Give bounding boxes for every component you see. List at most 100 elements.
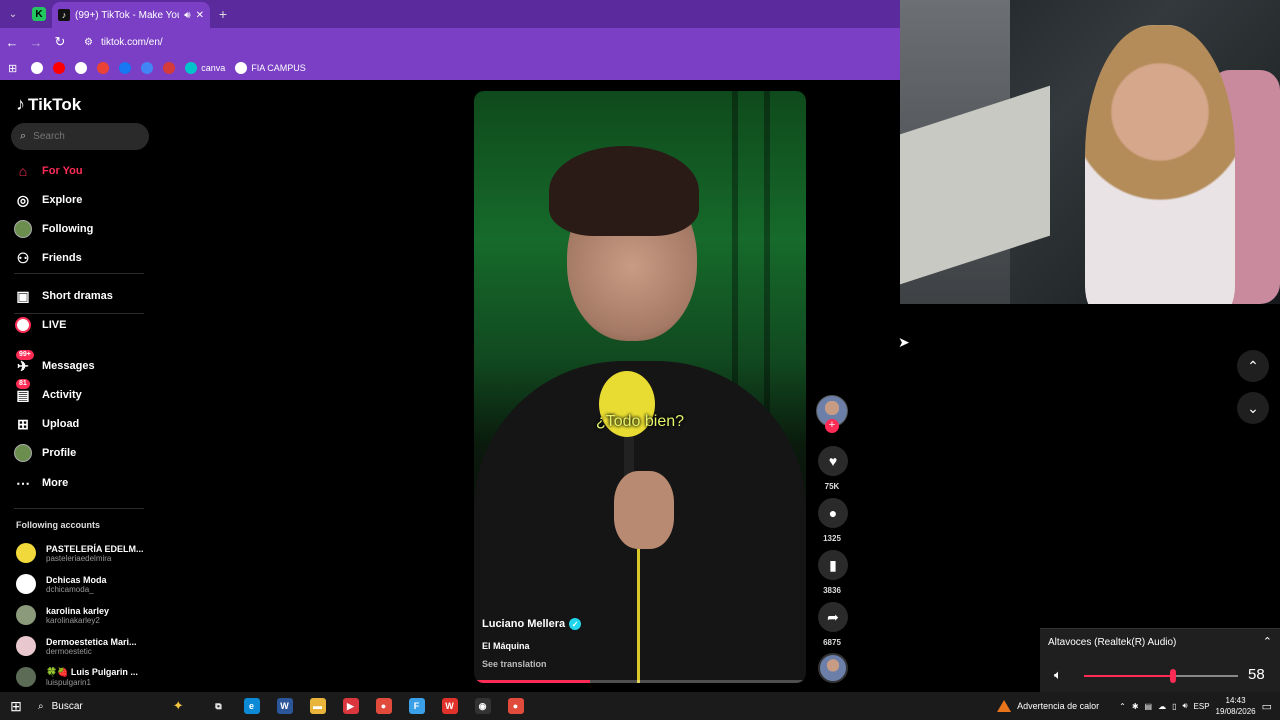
bookmark-item[interactable]: canva [185, 62, 225, 74]
close-tab-icon[interactable]: ✕ [196, 10, 204, 21]
taskbar-app[interactable]: ● [367, 692, 400, 720]
follow-button[interactable]: + [825, 419, 839, 433]
taskbar-app[interactable]: F [400, 692, 433, 720]
notification-icon[interactable]: ▭ [1262, 700, 1272, 713]
wps-icon: W [441, 698, 458, 714]
bookmark-item[interactable] [119, 62, 132, 74]
audio-device-name[interactable]: Altavoces (Realtek(R) Audio) [1048, 637, 1176, 648]
following-account[interactable]: 🍀🍓 Luis Pulgarin ... luispulgarin1 [16, 667, 138, 687]
bookmark-item[interactable] [53, 62, 66, 74]
comment-button[interactable]: ● [818, 498, 848, 528]
bookmark-item[interactable] [75, 62, 88, 74]
share-button[interactable]: ➦ [818, 602, 848, 632]
bookmark-item[interactable] [163, 62, 176, 74]
account-username: pasteleriaedelmira [46, 553, 112, 563]
taskbar-app[interactable]: ◉ [466, 692, 499, 720]
apps-grid-icon[interactable]: ⊞ [8, 62, 17, 75]
search-box[interactable]: ⌕ [11, 123, 149, 150]
sidebar-item-messages[interactable]: ✈ 99+ Messages [14, 350, 95, 375]
taskbar-app[interactable]: e [235, 692, 268, 720]
search-input[interactable] [33, 131, 134, 142]
sidebar-item-for-you[interactable]: ⌂ For You [14, 162, 83, 180]
video-progress-bar[interactable] [474, 680, 806, 683]
sidebar-item-more[interactable]: ⋯ More [14, 474, 68, 492]
video-author[interactable]: Luciano Mellera ✓ [482, 618, 582, 630]
taskbar-app[interactable]: W [268, 692, 301, 720]
share-icon: ➦ [827, 608, 839, 625]
volume-thumb[interactable] [1170, 669, 1177, 683]
account-name: 🍀🍓 Luis Pulgarin ... [46, 667, 138, 677]
film-icon: ▣ [16, 287, 30, 304]
comment-icon: ● [828, 505, 838, 521]
next-video-button[interactable]: ⌄ [1237, 392, 1269, 424]
taskbar-app[interactable]: ▶ [334, 692, 367, 720]
sparkle-icon: ✦ [172, 698, 184, 713]
like-button[interactable]: ♥ [818, 446, 848, 476]
tiktok-logo[interactable]: ♪ TikTok [16, 94, 81, 115]
sidebar-item-short-dramas[interactable]: ▣ Short dramas [14, 287, 113, 305]
account-name: Dermoestetica Mari... [46, 636, 137, 647]
volume-slider[interactable] [1084, 669, 1238, 683]
microphone-icon[interactable]: ▯ [1172, 702, 1176, 711]
see-translation-link[interactable]: See translation [482, 659, 547, 669]
network-icon[interactable]: ▤ [1145, 702, 1153, 711]
cloud-icon[interactable]: ☁ [1158, 702, 1166, 711]
following-account[interactable]: Dermoestetica Mari... dermoestetic [16, 636, 137, 656]
new-tab-button[interactable]: + [210, 6, 236, 22]
sidebar-item-profile[interactable]: Profile [14, 444, 76, 462]
sidebar-item-live[interactable]: LIVE [14, 316, 66, 334]
url-text: tiktok.com/en/ [100, 36, 163, 48]
taskbar-app[interactable]: ▬ [301, 692, 334, 720]
taskbar-search-label: Buscar [51, 700, 83, 712]
tab-tiktok[interactable]: ♪ (99+) TikTok - Make Your Da 🔊︎ ✕ [52, 2, 210, 28]
taskbar-app[interactable]: ⧉ [202, 692, 235, 720]
sidebar-item-friends[interactable]: ⚇ Friends [14, 249, 82, 267]
bookmark-item[interactable]: FIA CAMPUS [235, 62, 306, 74]
bookmark-item[interactable] [141, 62, 154, 74]
bluetooth-icon[interactable]: ✱ [1132, 702, 1139, 711]
tab-search-chevron-icon[interactable]: ⌄ [0, 0, 26, 28]
chevron-up-icon[interactable]: ⌃ [1263, 635, 1272, 648]
pinned-tab[interactable]: K [26, 0, 52, 28]
chrome-icon [75, 62, 88, 74]
following-account[interactable]: karolina karley karolinakarley2 [16, 605, 109, 625]
volume-value: 58 [1248, 666, 1265, 683]
bookmark-item[interactable] [97, 62, 110, 74]
address-bar[interactable]: ⚙︎ tiktok.com/en/ [78, 31, 898, 53]
account-username: karolinakarley2 [46, 615, 100, 625]
clock[interactable]: 14:43 19/08/2026 [1216, 695, 1256, 717]
language-indicator[interactable]: ESP [1194, 702, 1210, 711]
music-disc[interactable] [818, 653, 848, 683]
account-name: Dchicas Moda [46, 574, 107, 585]
bookmark-icon [163, 62, 176, 74]
chevron-up-icon[interactable]: ⌃ [1119, 702, 1126, 711]
taskbar-search[interactable]: ⌕ Buscar ✦ [32, 698, 202, 714]
tray-speaker-icon[interactable]: 🔊︎ [1182, 701, 1187, 711]
sidebar-item-upload[interactable]: ⊞ Upload [14, 415, 79, 433]
edge-icon: e [243, 698, 260, 714]
windows-start-icon[interactable]: ⊞ [0, 698, 32, 715]
speaker-icon[interactable]: 🔈︎ [1054, 667, 1062, 683]
message-icon: ✈ 99+ [14, 350, 34, 375]
profile-avatar-icon [14, 444, 32, 462]
sidebar-item-following[interactable]: Following [14, 220, 93, 238]
taskbar-app[interactable]: ● [499, 692, 532, 720]
following-account[interactable]: Dchicas Moda dchicamoda_ [16, 574, 107, 594]
reload-button[interactable]: ↻ [48, 28, 72, 56]
sidebar-item-label: Activity [42, 389, 82, 401]
forward-button[interactable]: → [24, 28, 48, 56]
previous-video-button[interactable]: ⌃ [1237, 350, 1269, 382]
weather-text[interactable]: Advertencia de calor [1017, 701, 1099, 711]
back-button[interactable]: ← [0, 28, 24, 56]
speaker-icon[interactable]: 🔊︎ [184, 10, 190, 21]
following-account[interactable]: PASTELERÍA EDELM... pasteleriaedelmira [16, 543, 144, 563]
site-info-icon[interactable]: ⚙︎ [84, 37, 93, 48]
drive-icon [141, 62, 154, 74]
video-player[interactable]: ¿Todo bien? Luciano Mellera ✓ El Máquina… [474, 91, 806, 683]
save-button[interactable]: ▮ [818, 550, 848, 580]
sidebar-item-explore[interactable]: ◎ Explore [14, 191, 82, 209]
bookmark-item[interactable] [31, 62, 44, 74]
sidebar-item-activity[interactable]: ▤ 81 Activity [14, 379, 82, 404]
taskbar-app[interactable]: W [433, 692, 466, 720]
comment-count: 1325 [823, 534, 841, 543]
